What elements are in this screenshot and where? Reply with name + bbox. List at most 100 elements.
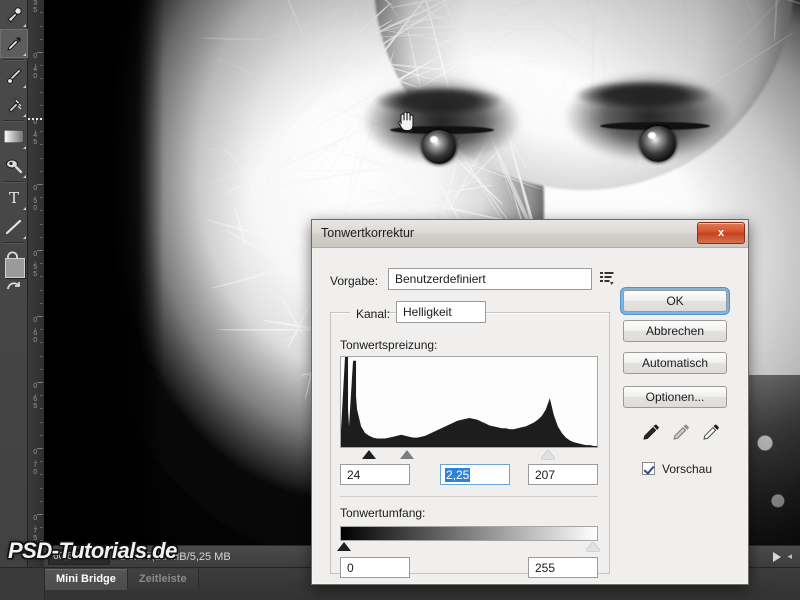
hand-cursor: [398, 111, 414, 132]
midtone-input-field[interactable]: 2,25: [440, 464, 510, 485]
ruler-tick: [37, 382, 43, 383]
ruler-minor-tick: [40, 434, 43, 436]
tab-strip-gutter: [0, 568, 45, 600]
healing-brush-tool[interactable]: [0, 0, 28, 29]
preset-options-icon[interactable]: [600, 271, 615, 286]
ruler-minor-tick: [40, 104, 43, 106]
ruler-minor-tick: [40, 236, 43, 238]
shadow-input-field[interactable]: 24: [340, 464, 410, 485]
ruler-minor-tick: [40, 355, 43, 357]
photoshop-app: T 0,350,400,450,500,550,600,650,700,75: [0, 0, 800, 600]
tool-expand-corner: [23, 114, 26, 117]
midtone-input-slider[interactable]: [400, 450, 414, 459]
ruler-minor-tick: [40, 302, 43, 304]
ruler-tick: [37, 448, 43, 449]
shadow-input-slider[interactable]: [362, 450, 376, 459]
ruler-minor-tick: [40, 342, 43, 344]
ruler-label: 0,65: [33, 383, 37, 410]
histogram-plot: [341, 357, 597, 447]
highlight-input-field[interactable]: 207: [528, 464, 598, 485]
histogram[interactable]: [340, 356, 598, 448]
channel-select[interactable]: Helligkeit: [396, 301, 486, 323]
tools-panel: T: [0, 0, 28, 600]
cancel-button[interactable]: Abbrechen: [623, 320, 727, 342]
line-tool[interactable]: [0, 212, 28, 241]
highlight-input-slider[interactable]: [541, 450, 555, 459]
tool-divider: [3, 181, 24, 182]
black-point-eyedropper[interactable]: [641, 422, 661, 442]
black-output-slider[interactable]: [337, 542, 351, 551]
ruler-minor-tick: [40, 263, 43, 265]
section-divider: [340, 496, 598, 497]
ruler-minor-tick: [40, 197, 43, 199]
ruler-minor-tick: [40, 527, 43, 529]
ruler-label: 0,45: [33, 119, 37, 146]
tool-expand-corner: [23, 24, 26, 27]
dialog-body: Vorgabe: Benutzerdefiniert Kanal: Hellig…: [312, 248, 748, 585]
ruler-label: 0,50: [33, 185, 37, 212]
tool-divider: [3, 242, 24, 243]
ruler-minor-tick: [40, 421, 43, 423]
ruler-minor-tick: [40, 487, 43, 489]
ruler-minor-tick: [40, 65, 43, 67]
tool-expand-corner: [23, 175, 26, 178]
options-button[interactable]: Optionen...: [623, 386, 727, 408]
ruler-minor-tick: [40, 78, 43, 80]
close-icon[interactable]: x: [697, 222, 745, 244]
tool-divider: [3, 59, 24, 60]
tool-expand-corner: [23, 146, 26, 149]
ruler-minor-tick: [40, 38, 43, 40]
ruler-minor-tick: [40, 144, 43, 146]
ruler-minor-tick: [40, 289, 43, 291]
tab-mini-bridge[interactable]: Mini Bridge: [45, 569, 128, 590]
white-point-eyedropper[interactable]: [701, 422, 721, 442]
ruler-position-marker: [28, 118, 44, 120]
ruler-tick: [37, 514, 43, 515]
white-output-field[interactable]: 255: [528, 557, 598, 578]
brush-tool[interactable]: [0, 61, 28, 90]
ruler-label: 0,70: [33, 449, 37, 476]
ruler-tick: [37, 52, 43, 53]
gray-point-eyedropper[interactable]: [671, 422, 691, 442]
auto-button[interactable]: Automatisch: [623, 352, 727, 374]
ruler-minor-tick: [40, 91, 43, 93]
tool-expand-corner: [23, 236, 26, 239]
status-expand-arrow[interactable]: [773, 551, 782, 562]
tab-zeitleiste[interactable]: Zeitleiste: [127, 569, 199, 590]
tool-divider: [3, 120, 24, 121]
preset-select[interactable]: Benutzerdefiniert: [388, 268, 592, 290]
ruler-minor-tick: [40, 210, 43, 212]
black-output-field[interactable]: 0: [340, 557, 410, 578]
clone-stamp-tool[interactable]: [0, 90, 28, 119]
preview-checkbox[interactable]: [642, 462, 655, 475]
preview-label: Vorschau: [662, 462, 713, 476]
dodge-tool[interactable]: [0, 151, 28, 180]
tool-expand-corner: [23, 53, 26, 56]
gradient-tool[interactable]: [0, 122, 28, 151]
watermark: PSD-Tutorials.de: [8, 538, 177, 563]
levels-dialog[interactable]: Tonwertkorrektur x Vorgabe: Benutzerdefi…: [311, 219, 749, 585]
ruler-minor-tick: [40, 329, 43, 331]
ruler-label: 0,55: [33, 251, 37, 278]
white-output-slider[interactable]: [586, 542, 600, 551]
ruler-minor-tick: [40, 500, 43, 502]
foreground-background-color-swatch[interactable]: [5, 258, 25, 278]
ruler-minor-tick: [40, 170, 43, 172]
midtone-input-value: 2,25: [445, 467, 471, 482]
ruler-minor-tick: [40, 276, 43, 278]
tool-expand-corner: [23, 85, 26, 88]
preset-label: Vorgabe:: [330, 274, 379, 288]
ruler-minor-tick: [40, 408, 43, 410]
ruler-minor-tick: [40, 25, 43, 27]
dialog-title-bar[interactable]: Tonwertkorrektur x: [312, 220, 748, 248]
output-gradient-ramp: [340, 526, 598, 541]
eyedropper-tool[interactable]: [0, 29, 28, 58]
type-tool[interactable]: T: [0, 183, 28, 212]
status-left-arrow[interactable]: ◂: [787, 551, 792, 562]
input-levels-label: Tonwertspreizung:: [340, 338, 438, 352]
ruler-minor-tick: [40, 157, 43, 159]
ruler-minor-tick: [40, 368, 43, 370]
ruler-minor-tick: [40, 12, 43, 14]
ok-button[interactable]: OK: [623, 290, 727, 312]
channel-label: Kanal:: [356, 307, 391, 321]
